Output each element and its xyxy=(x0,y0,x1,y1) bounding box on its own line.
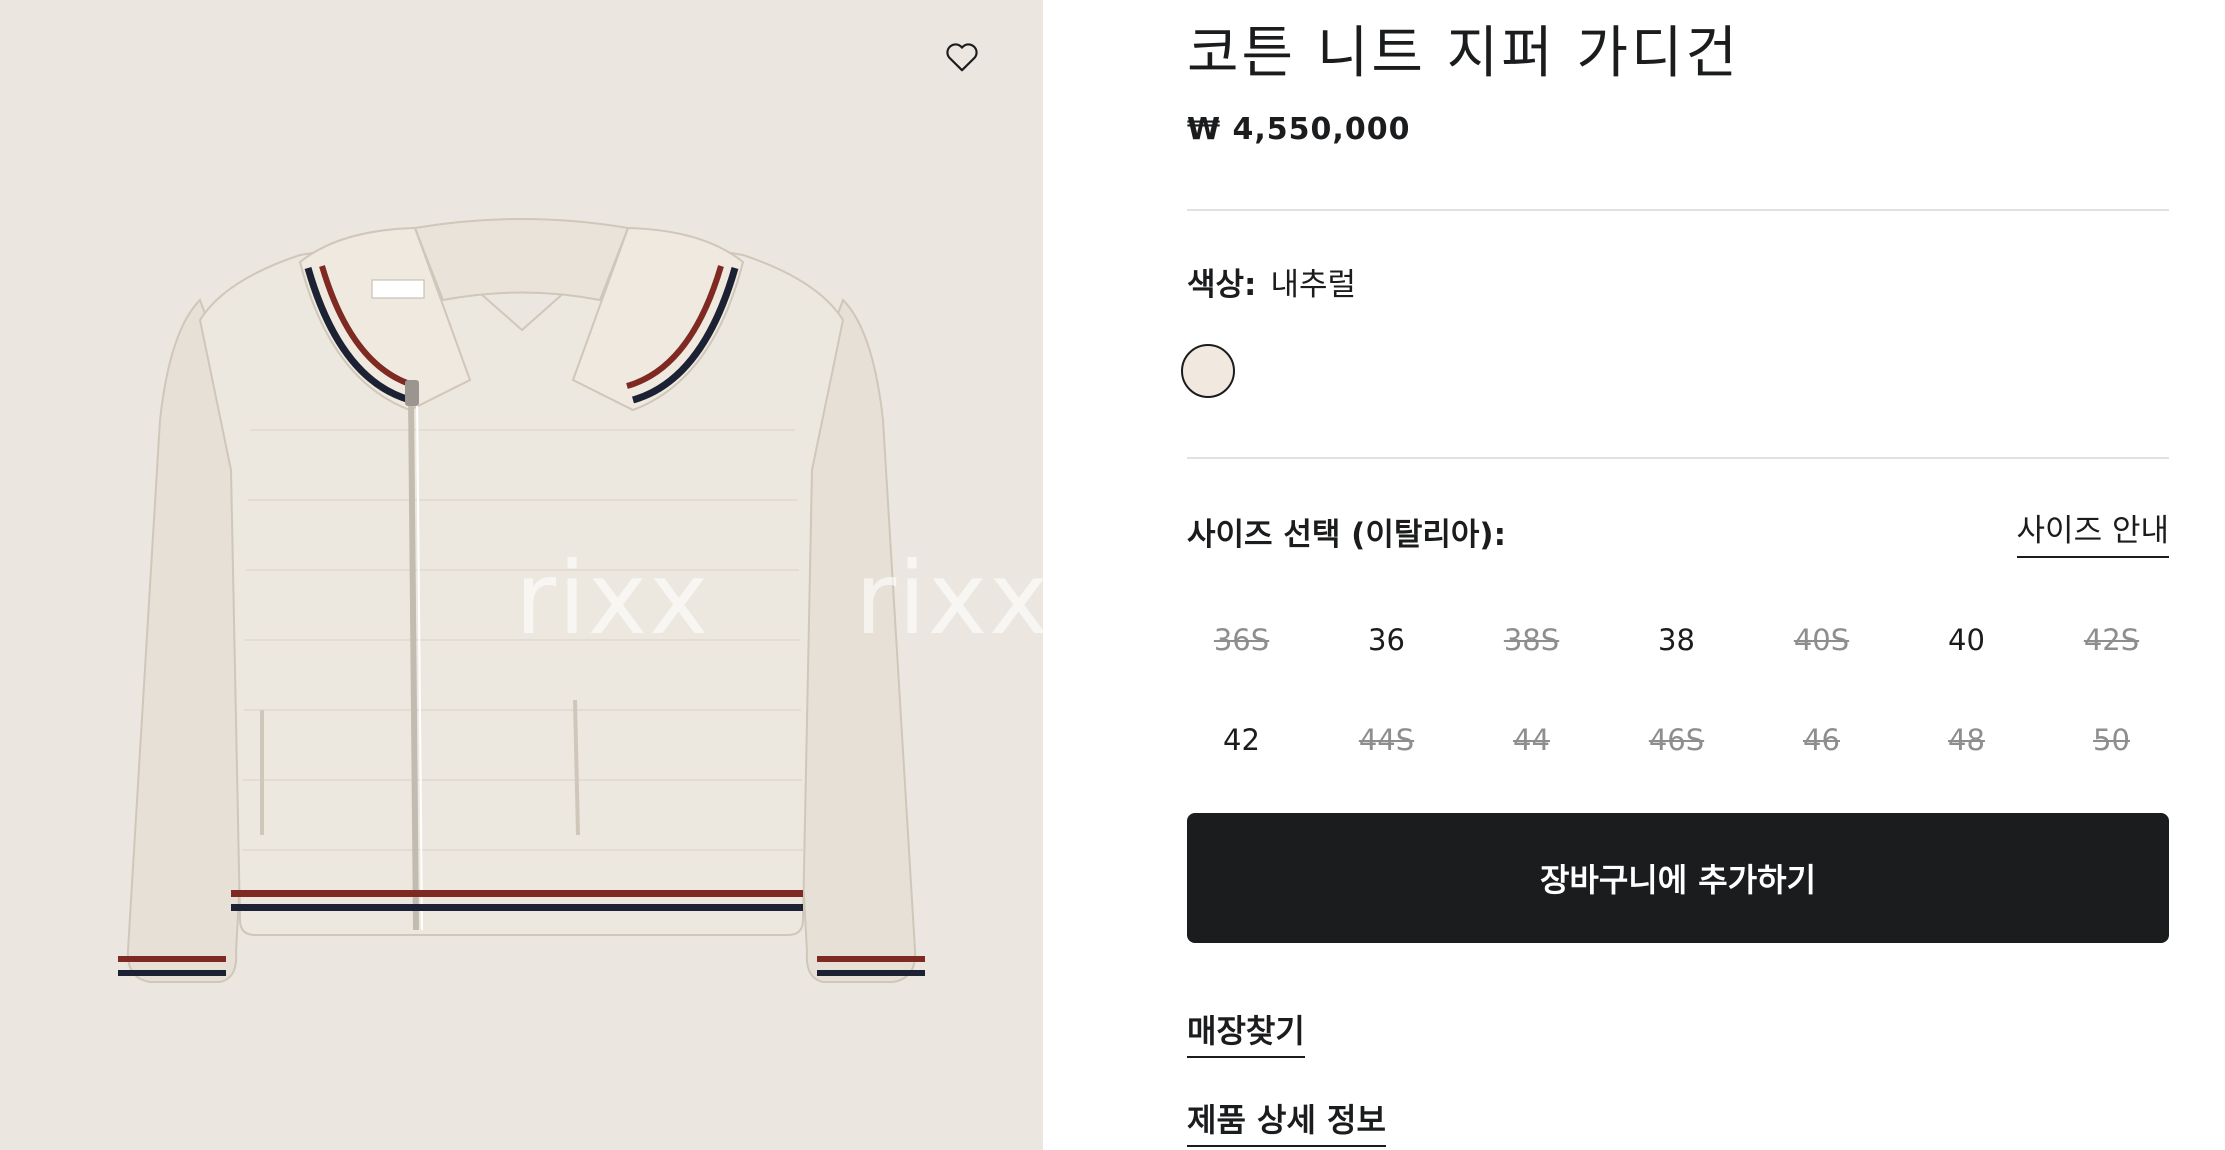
color-info: 색상: 내추럴 xyxy=(1187,262,1356,308)
size-options-grid: 36S 36 38S 38 40S 40 42S 42 44S 44 46S 46 48 50 xyxy=(1169,590,2187,790)
add-to-cart-button[interactable]: 장바구니에 추가하기 xyxy=(1187,813,2169,943)
size-select-label: 사이즈 선택 (이탈리아): xyxy=(1187,517,1506,553)
size-option[interactable]: 42 xyxy=(1169,690,1314,790)
product-image-panel: rixx rixx xyxy=(0,0,1043,1150)
size-option: 50 xyxy=(2093,723,2130,757)
watermark-text: rixx xyxy=(515,540,711,657)
size-option[interactable]: 40 xyxy=(1894,590,2039,690)
size-option: 44S xyxy=(1358,723,1415,757)
size-option[interactable]: 38 xyxy=(1604,590,1749,690)
size-option[interactable]: 36 xyxy=(1314,590,1459,690)
size-option: 42S xyxy=(2083,623,2140,657)
product-details-panel: 코튼 니트 지퍼 가디건 ₩ 4,550,000 색상: 내추럴 사이즈 선택 (… xyxy=(1181,0,2169,1150)
size-option: 38S xyxy=(1503,623,1560,657)
size-guide-link[interactable]: 사이즈 안내 xyxy=(2016,508,2169,558)
color-value: 내추럴 xyxy=(1270,267,1356,303)
divider xyxy=(1187,457,2169,459)
divider xyxy=(1187,209,2169,211)
size-option: 40S xyxy=(1793,623,1850,657)
size-option: 46S xyxy=(1648,723,1705,757)
size-option: 46 xyxy=(1803,723,1840,757)
size-option: 36S xyxy=(1213,623,1270,657)
find-store-link[interactable]: 매장찾기 xyxy=(1187,1008,1305,1058)
color-label: 색상: xyxy=(1187,267,1257,303)
color-swatch-natural[interactable] xyxy=(1181,344,1235,398)
product-title: 코튼 니트 지퍼 가디건 xyxy=(1187,21,1741,86)
product-price: ₩ 4,550,000 xyxy=(1187,112,1411,147)
size-option: 44 xyxy=(1513,723,1550,757)
heart-outline-icon xyxy=(946,43,978,72)
product-details-link[interactable]: 제품 상세 정보 xyxy=(1187,1097,1386,1147)
favorite-button[interactable] xyxy=(938,32,986,80)
watermark-text-2: rixx xyxy=(855,540,1043,657)
size-option: 48 xyxy=(1948,723,1985,757)
